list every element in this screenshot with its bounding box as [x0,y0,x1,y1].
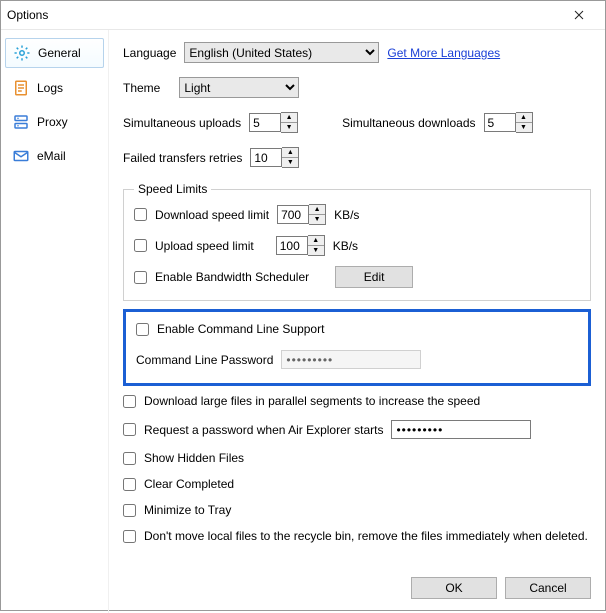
enable-cli-label: Enable Command Line Support [157,322,324,336]
sidebar: General Logs Proxy eMail [1,30,109,613]
startup-password-input[interactable] [391,420,531,439]
upload-limit-input[interactable] [276,236,308,255]
bandwidth-scheduler-label: Enable Bandwidth Scheduler [155,270,309,284]
unit-label: KB/s [333,239,358,253]
sim-downloads-label: Simultaneous downloads [342,116,475,130]
options-list: Download large files in parallel segment… [123,394,591,543]
sim-downloads-stepper[interactable]: ▲▼ [516,112,533,133]
close-button[interactable] [559,1,599,29]
cli-password-input[interactable] [281,350,421,369]
sidebar-item-label: Proxy [37,115,68,129]
failed-retries-stepper[interactable]: ▲▼ [282,147,299,168]
dialog-buttons: OK Cancel [411,577,591,599]
clear-completed-label: Clear Completed [144,477,234,491]
show-hidden-label: Show Hidden Files [144,451,244,465]
chevron-up-icon: ▲ [281,113,297,123]
ok-button[interactable]: OK [411,577,497,599]
sim-uploads-label: Simultaneous uploads [123,116,241,130]
download-parallel-label: Download large files in parallel segment… [144,394,480,408]
sidebar-item-logs[interactable]: Logs [5,74,104,102]
sidebar-item-label: Logs [37,81,63,95]
download-limit-checkbox[interactable] [134,208,147,221]
chevron-up-icon: ▲ [308,236,324,246]
no-recycle-label: Don't move local files to the recycle bi… [144,529,588,543]
minimize-tray-checkbox[interactable] [123,504,136,517]
theme-label: Theme [123,81,160,95]
server-icon [11,112,31,132]
minimize-tray-label: Minimize to Tray [144,503,231,517]
upload-limit-checkbox[interactable] [134,239,147,252]
cli-password-label: Command Line Password [136,353,273,367]
options-dialog: Options General Logs Proxy [0,0,606,611]
failed-retries-input[interactable] [250,148,282,167]
gear-icon [12,43,32,63]
chevron-up-icon: ▲ [309,205,325,215]
speed-limits-group: Speed Limits Download speed limit ▲▼ KB/… [123,182,591,301]
language-select[interactable]: English (United States) [184,42,379,63]
upload-limit-label: Upload speed limit [155,239,254,253]
document-icon [11,78,31,98]
mail-icon [11,146,31,166]
request-password-checkbox[interactable] [123,423,136,436]
chevron-down-icon: ▼ [282,158,298,167]
bandwidth-scheduler-checkbox[interactable] [134,271,147,284]
download-limit-stepper[interactable]: ▲▼ [309,204,326,225]
sim-uploads-input[interactable] [249,113,281,132]
chevron-down-icon: ▼ [308,246,324,255]
no-recycle-checkbox[interactable] [123,530,136,543]
sidebar-item-label: eMail [37,149,66,163]
chevron-up-icon: ▲ [282,148,298,158]
enable-cli-checkbox[interactable] [136,323,149,336]
download-limit-input[interactable] [277,205,309,224]
failed-retries-label: Failed transfers retries [123,151,242,165]
download-limit-label: Download speed limit [155,208,269,222]
chevron-down-icon: ▼ [309,215,325,224]
titlebar: Options [1,1,605,30]
chevron-down-icon: ▼ [281,123,297,132]
edit-scheduler-button[interactable]: Edit [335,266,413,288]
cancel-button[interactable]: Cancel [505,577,591,599]
chevron-up-icon: ▲ [516,113,532,123]
main-panel: Language English (United States) Get Mor… [109,30,605,613]
chevron-down-icon: ▼ [516,123,532,132]
sim-downloads-input[interactable] [484,113,516,132]
sidebar-item-label: General [38,46,81,60]
request-password-label: Request a password when Air Explorer sta… [144,423,383,437]
close-icon [574,10,584,20]
upload-limit-stepper[interactable]: ▲▼ [308,235,325,256]
download-parallel-checkbox[interactable] [123,395,136,408]
command-line-highlight: Enable Command Line Support Command Line… [123,309,591,386]
language-label: Language [123,46,176,60]
sim-uploads-stepper[interactable]: ▲▼ [281,112,298,133]
unit-label: KB/s [334,208,359,222]
window-title: Options [7,8,559,22]
sidebar-item-email[interactable]: eMail [5,142,104,170]
clear-completed-checkbox[interactable] [123,478,136,491]
sidebar-item-general[interactable]: General [5,38,104,68]
show-hidden-checkbox[interactable] [123,452,136,465]
sidebar-item-proxy[interactable]: Proxy [5,108,104,136]
theme-select[interactable]: Light [179,77,299,98]
more-languages-link[interactable]: Get More Languages [387,46,500,60]
speed-limits-legend: Speed Limits [134,182,211,196]
